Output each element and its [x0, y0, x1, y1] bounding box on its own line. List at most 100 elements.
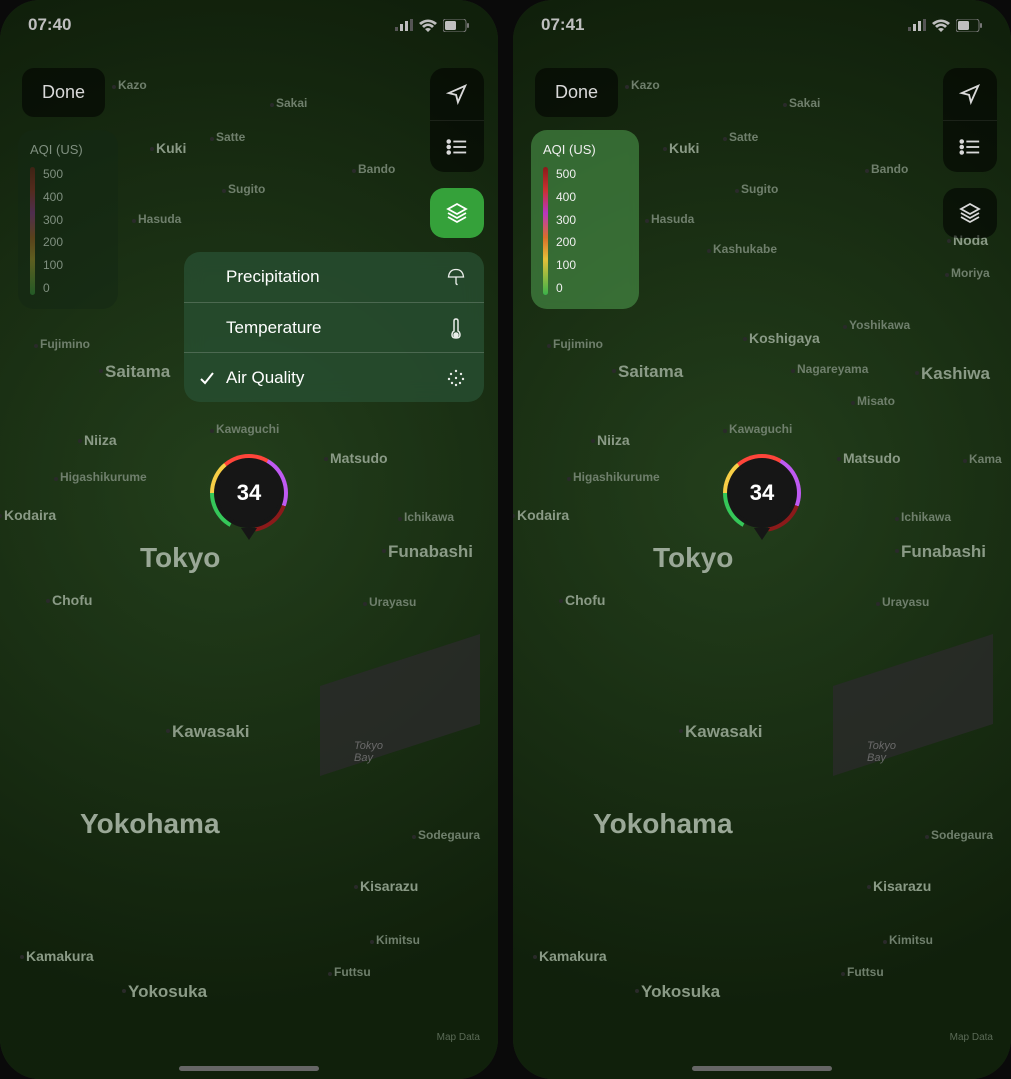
city-dot [34, 344, 38, 348]
city-label: Niiza [84, 432, 117, 448]
legend-tick: 0 [556, 281, 576, 295]
city-dot [895, 549, 899, 553]
legend-tick: 400 [556, 190, 576, 204]
city-label: Futtsu [847, 965, 884, 979]
city-label: Yokohama [80, 808, 220, 840]
battery-icon [443, 19, 470, 32]
legend-tick: 400 [43, 190, 63, 204]
aqi-legend: AQI (US) 500 400 300 200 100 0 [531, 130, 639, 309]
city-dot [867, 885, 871, 889]
check-icon [196, 370, 218, 386]
city-dot [328, 972, 332, 976]
locate-button[interactable] [430, 68, 484, 120]
map-data-link[interactable]: Map Data [437, 1032, 480, 1043]
home-indicator[interactable] [179, 1066, 319, 1071]
layers-button[interactable] [943, 188, 997, 238]
city-dot [46, 599, 50, 603]
layers-button[interactable] [430, 188, 484, 238]
city-dot [222, 189, 226, 193]
status-time: 07:40 [28, 15, 71, 35]
city-dot [547, 344, 551, 348]
city-dot [743, 337, 747, 341]
umbrella-icon [444, 267, 468, 287]
city-dot [876, 602, 880, 606]
city-label: Urayasu [882, 595, 929, 609]
bay-label: Tokyo Bay [354, 740, 383, 764]
status-bar: 07:41 [513, 0, 1011, 50]
city-label: Hasuda [651, 212, 694, 226]
city-dot [925, 835, 929, 839]
phone-right: 07:41 Done AQI (US) 500 400 300 200 100 [513, 0, 1011, 1079]
city-dot [567, 477, 571, 481]
particles-icon [444, 368, 468, 388]
city-dot [645, 219, 649, 223]
status-icons [908, 19, 983, 32]
city-label: Higashikurume [573, 470, 660, 484]
legend-title: AQI (US) [543, 142, 625, 157]
legend-title: AQI (US) [30, 142, 104, 157]
city-dot [625, 85, 629, 89]
legend-gradient [543, 167, 548, 295]
city-label: Kisarazu [360, 878, 418, 894]
city-dot [533, 955, 537, 959]
city-dot [112, 85, 116, 89]
city-dot [352, 169, 356, 173]
city-dot [382, 549, 386, 553]
list-button[interactable] [430, 120, 484, 172]
city-label: Kimitsu [376, 933, 420, 947]
done-button[interactable]: Done [535, 68, 618, 117]
city-dot [150, 147, 154, 151]
city-label: Sugito [741, 182, 778, 196]
status-icons [395, 19, 470, 32]
legend-tick: 300 [556, 213, 576, 227]
wifi-icon [419, 19, 437, 32]
city-dot [723, 137, 727, 141]
city-label: Sodegaura [418, 828, 480, 842]
city-dot [166, 729, 170, 733]
city-dot [210, 137, 214, 141]
city-label: Yokohama [593, 808, 733, 840]
home-indicator[interactable] [692, 1066, 832, 1071]
city-label: Hasuda [138, 212, 181, 226]
city-dot [132, 219, 136, 223]
menu-item-air-quality[interactable]: Air Quality [184, 352, 484, 402]
city-label: Kimitsu [889, 933, 933, 947]
city-dot [723, 429, 727, 433]
menu-item-precipitation[interactable]: Precipitation [184, 252, 484, 302]
done-button[interactable]: Done [22, 68, 105, 117]
aqi-pin[interactable]: 34 [214, 458, 284, 540]
locate-button[interactable] [943, 68, 997, 120]
legend-tick: 500 [43, 167, 63, 181]
city-dot [663, 147, 667, 151]
city-label: Saitama [618, 362, 683, 382]
city-label: Bando [871, 162, 908, 176]
legend-ticks: 500 400 300 200 100 0 [556, 167, 576, 295]
city-dot [707, 249, 711, 253]
city-label: Kodaira [4, 507, 56, 523]
city-label: Koshigaya [749, 330, 820, 346]
list-button[interactable] [943, 120, 997, 172]
city-label: Bando [358, 162, 395, 176]
battery-icon [956, 19, 983, 32]
legend-tick: 200 [556, 235, 576, 249]
city-label: Kuki [156, 140, 186, 156]
city-label: Satte [216, 130, 245, 144]
legend-tick: 200 [43, 235, 63, 249]
city-dot [783, 103, 787, 107]
aqi-value: 34 [750, 480, 774, 506]
city-label: Urayasu [369, 595, 416, 609]
map-data-link[interactable]: Map Data [950, 1032, 993, 1043]
city-label: Satte [729, 130, 758, 144]
menu-item-temperature[interactable]: Temperature [184, 302, 484, 352]
city-label: Higashikurume [60, 470, 147, 484]
city-label: Sodegaura [931, 828, 993, 842]
city-label: Fujimino [553, 337, 603, 351]
city-dot [679, 729, 683, 733]
city-label: Tokyo [140, 542, 220, 574]
city-label: Kashiwa [921, 364, 990, 384]
city-dot [612, 369, 616, 373]
city-label: Matsudo [843, 450, 901, 466]
aqi-pin[interactable]: 34 [727, 458, 797, 540]
wifi-icon [932, 19, 950, 32]
legend-tick: 500 [556, 167, 576, 181]
